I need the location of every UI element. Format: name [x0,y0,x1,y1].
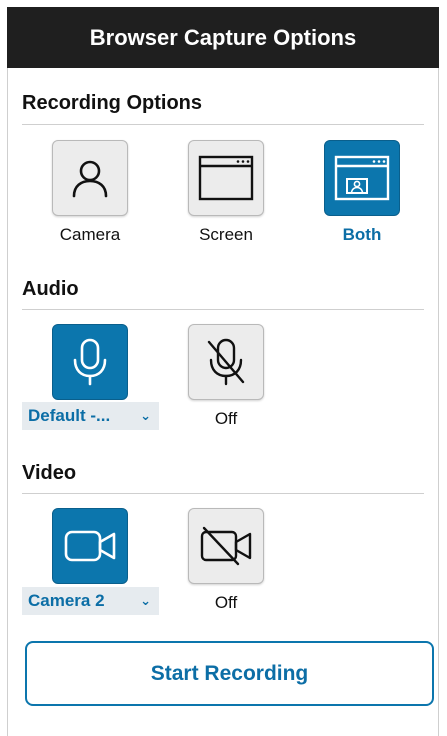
video-divider [22,493,424,494]
start-recording-button[interactable]: Start Recording [25,641,434,706]
chevron-down-icon: ⌄ [140,408,151,423]
recording-both-button[interactable] [324,140,400,216]
person-icon [72,160,108,198]
audio-divider [22,309,424,310]
video-camera-button[interactable] [52,508,128,584]
video-device-value: Camera 2 [28,591,105,610]
microphone-icon [73,338,107,386]
recording-screen-button[interactable] [188,140,264,216]
audio-off-label: Off [214,409,238,428]
recording-both-label: Both [342,225,382,244]
panel-title: Browser Capture Options [7,7,439,68]
video-heading: Video [22,462,77,484]
audio-device-select[interactable]: Default -... ⌄ [22,402,159,430]
browser-window-icon [198,155,254,201]
recording-screen-label: Screen [199,225,253,244]
video-device-select[interactable]: Camera 2 ⌄ [22,587,159,615]
audio-microphone-button[interactable] [52,324,128,400]
microphone-muted-icon [207,338,245,386]
audio-device-value: Default -... [28,406,111,425]
recording-divider [22,124,424,125]
video-camera-off-icon [200,526,252,566]
recording-camera-button[interactable] [52,140,128,216]
video-camera-icon [64,530,116,562]
chevron-down-icon: ⌄ [140,593,151,608]
panel-title-text: Browser Capture Options [89,24,357,50]
browser-window-with-person-icon [334,155,390,201]
audio-off-button[interactable] [188,324,264,400]
start-recording-label: Start Recording [150,661,309,685]
video-off-button[interactable] [188,508,264,584]
audio-heading: Audio [22,278,79,300]
recording-camera-label: Camera [59,225,121,244]
recording-options-heading: Recording Options [22,92,202,114]
video-off-label: Off [214,593,238,612]
